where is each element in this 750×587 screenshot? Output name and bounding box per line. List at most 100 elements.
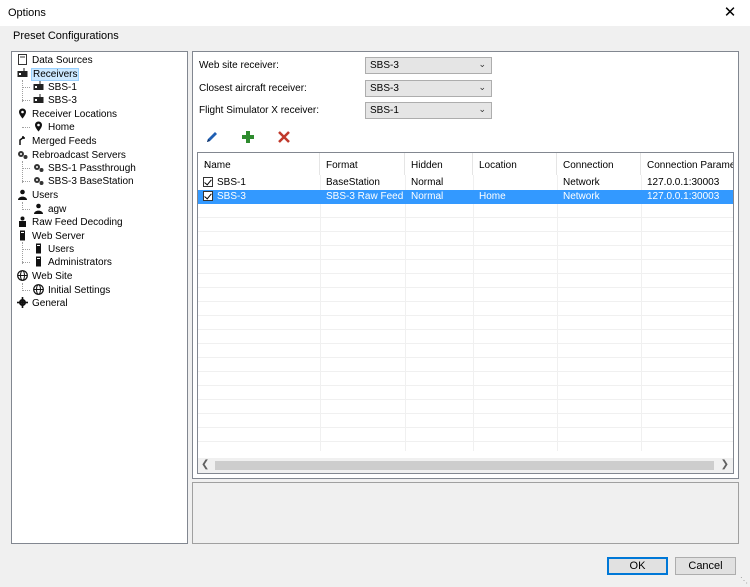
tree-item-raw-feed-decoding[interactable]: Raw Feed Decoding: [17, 216, 123, 229]
details-panel: [192, 482, 739, 544]
location-pin-icon: [35, 121, 42, 132]
enabled-checkbox[interactable]: [203, 177, 213, 187]
tree-item-sbs-3[interactable]: SBS-3: [33, 93, 77, 107]
server-icon: [36, 256, 41, 267]
horizontal-scrollbar[interactable]: ❮ ❯: [198, 458, 733, 473]
grid-line: [198, 259, 733, 260]
tree-connector: [22, 127, 30, 128]
receiver-icon: [33, 93, 44, 103]
tree-connector: [22, 168, 30, 169]
tree-item-web-site[interactable]: Web Site: [17, 269, 72, 283]
grid-line: [198, 441, 733, 442]
fsx-receiver-label: Flight Simulator X receiver:: [199, 105, 320, 116]
tree-item-rebroadcast-servers[interactable]: Rebroadcast Servers: [17, 149, 126, 162]
tree-connector: [22, 181, 30, 182]
tree-item-sbs-1[interactable]: SBS-1: [33, 80, 77, 94]
tree-item-sbs-3-basestation[interactable]: SBS-3 BaseStation: [33, 175, 134, 188]
table-row-selected[interactable]: SBS-3 SBS-3 Raw Feed Normal Home Network…: [198, 190, 733, 204]
plus-icon[interactable]: [240, 129, 256, 145]
tree-item-web-users[interactable]: Users: [33, 243, 74, 256]
grid-line: [198, 371, 733, 372]
menu-bar: Preset Configurations: [0, 26, 750, 46]
globe-icon: [17, 269, 28, 281]
tree-connector: [22, 80, 23, 102]
tree-item-sbs-1-passthrough[interactable]: SBS-1 Passthrough: [33, 162, 136, 175]
grid-line: [198, 357, 733, 358]
scrollbar-thumb[interactable]: [215, 461, 714, 470]
column-header-connection[interactable]: Connection: [557, 153, 641, 175]
column-header-name[interactable]: △ Name: [198, 153, 320, 175]
closest-aircraft-receiver-select[interactable]: SBS-3 ⌄: [365, 80, 492, 97]
column-header-location[interactable]: Location: [473, 153, 557, 175]
gear-icon: [17, 296, 28, 308]
column-header-hidden[interactable]: Hidden: [405, 153, 473, 175]
web-site-receiver-label: Web site receiver:: [199, 60, 279, 71]
preset-configurations-menu[interactable]: Preset Configurations: [13, 30, 119, 42]
tree-connector: [22, 249, 30, 250]
close-icon[interactable]: ✕: [710, 0, 750, 26]
receiver-icon: [17, 67, 28, 77]
pencil-icon[interactable]: [204, 129, 220, 145]
receivers-grid[interactable]: △ Name Format Hidden Location Connection …: [197, 152, 734, 474]
decoding-icon: [19, 216, 26, 227]
scroll-left-icon[interactable]: ❮: [201, 459, 209, 470]
receiver-icon: [33, 80, 44, 90]
data-sources-icon: [18, 53, 27, 65]
chevron-down-icon: ⌄: [478, 82, 486, 92]
grid-line: [198, 385, 733, 386]
chevron-down-icon: ⌄: [478, 104, 486, 114]
tree-item-home[interactable]: Home: [33, 121, 75, 134]
delete-x-icon[interactable]: [276, 129, 292, 145]
tree-connector: [22, 161, 23, 183]
location-pin-icon: [19, 108, 26, 119]
tree-connector: [22, 290, 30, 291]
server-icon: [36, 243, 41, 254]
column-header-format[interactable]: Format: [320, 153, 405, 175]
tree-item-administrators[interactable]: Administrators: [33, 256, 112, 269]
tree-item-receivers[interactable]: Receivers: [17, 67, 80, 81]
window-title: Options: [8, 7, 46, 19]
web-site-receiver-select[interactable]: SBS-3 ⌄: [365, 57, 492, 74]
user-icon: [34, 203, 43, 214]
grid-line: [198, 287, 733, 288]
fsx-receiver-select[interactable]: SBS-1 ⌄: [365, 102, 492, 119]
receivers-panel: Web site receiver: SBS-3 ⌄ Closest aircr…: [192, 51, 739, 479]
tree-item-merged-feeds[interactable]: Merged Feeds: [17, 135, 96, 148]
tree-item-agw[interactable]: agw: [33, 203, 66, 216]
rebroadcast-icon: [34, 176, 44, 185]
options-tree[interactable]: Data Sources Receivers SBS-1 SBS-3 Recei…: [11, 51, 188, 544]
tree-connector: [22, 100, 30, 101]
resize-grip-icon[interactable]: ⋱: [740, 576, 748, 585]
grid-line: [198, 427, 733, 428]
tree-connector: [22, 242, 23, 264]
tree-item-general[interactable]: General: [17, 296, 68, 310]
server-icon: [20, 230, 25, 241]
tree-item-web-server[interactable]: Web Server: [17, 230, 85, 243]
closest-aircraft-receiver-label: Closest aircraft receiver:: [199, 83, 307, 94]
title-bar: Options ✕: [0, 0, 750, 26]
globe-icon: [33, 283, 44, 295]
grid-line: [198, 245, 733, 246]
tree-connector: [22, 209, 30, 210]
ok-button[interactable]: OK: [607, 557, 668, 575]
tree-connector: [22, 87, 30, 88]
grid-line: [198, 301, 733, 302]
tree-item-users[interactable]: Users: [17, 189, 58, 202]
enabled-checkbox[interactable]: [203, 191, 213, 201]
grid-line: [198, 413, 733, 414]
column-header-connection-parameters[interactable]: Connection Paramete: [641, 153, 733, 175]
rebroadcast-icon: [18, 150, 28, 159]
scroll-right-icon[interactable]: ❯: [721, 459, 729, 470]
grid-line: [198, 343, 733, 344]
tree-item-data-sources[interactable]: Data Sources: [17, 53, 93, 67]
grid-line: [198, 315, 733, 316]
tree-connector: [22, 262, 30, 263]
chevron-down-icon: ⌄: [478, 59, 486, 69]
tree-item-receiver-locations[interactable]: Receiver Locations: [17, 108, 117, 121]
user-icon: [18, 189, 27, 200]
cancel-button[interactable]: Cancel: [675, 557, 736, 575]
rebroadcast-icon: [34, 163, 44, 172]
grid-line: [198, 273, 733, 274]
tree-item-initial-settings[interactable]: Initial Settings: [33, 283, 110, 297]
table-row[interactable]: SBS-1 BaseStation Normal Network 127.0.0…: [198, 176, 733, 190]
